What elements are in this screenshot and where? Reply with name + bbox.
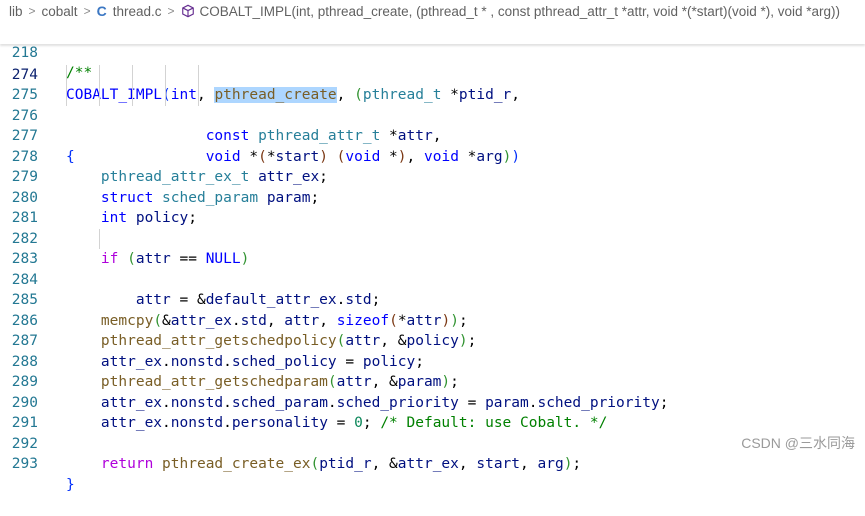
watermark: CSDN @三水同海 — [741, 435, 855, 451]
breadcrumb-symbol[interactable]: COBALT_IMPL(int, pthread_create, (pthrea… — [200, 4, 841, 19]
breadcrumb: lib > cobalt > C thread.c > COBALT_IMPL(… — [0, 0, 865, 22]
code-line[interactable]: 289 attr_ex.nonstd.sched_param.sched_pri… — [0, 352, 865, 411]
code-line[interactable]: 290 attr_ex.nonstd.personality = 0; /* D… — [0, 372, 865, 432]
code-line[interactable]: 293 } — [0, 434, 865, 493]
code-line[interactable]: 288 pthread_attr_getschedparam(attr, &pa… — [0, 331, 865, 391]
line-text: } — [66, 476, 75, 493]
chevron-right-icon: > — [167, 4, 175, 18]
line-text: return pthread_create_ex(ptid_r, &attr_e… — [100, 456, 582, 472]
line-number: 293 — [11, 456, 38, 472]
code-line[interactable]: 292 return pthread_create_ex(ptid_r, &at… — [0, 413, 865, 473]
code-line[interactable]: 285 memcpy(&attr_ex.std, attr, sizeof(*a… — [0, 270, 865, 329]
breadcrumb-cobalt[interactable]: cobalt — [42, 4, 78, 19]
code-line[interactable]: 275 const pthread_attr_t *attr, — [0, 64, 865, 144]
chevron-right-icon: > — [28, 4, 36, 18]
c-file-icon: C — [96, 3, 107, 19]
code-line[interactable]: 286 pthread_attr_getschedpolicy(attr, &p… — [0, 290, 865, 350]
code-line[interactable]: 276 void *(*start) (void *), void *arg)) — [0, 85, 865, 165]
code-line[interactable]: 279 struct sched_param param; — [0, 147, 865, 206]
code-line[interactable]: 282 if (attr == NULL) — [0, 208, 865, 268]
code-line[interactable]: 287 attr_ex.nonstd.sched_policy = policy… — [0, 311, 865, 370]
chevron-right-icon: > — [83, 4, 91, 18]
symbol-method-icon — [181, 4, 194, 18]
code-editor[interactable]: 274 COBALT_IMPL(int, pthread_create, (pt… — [0, 44, 865, 493]
breadcrumb-file[interactable]: thread.c — [113, 4, 162, 19]
code-line[interactable]: 277 { — [0, 106, 865, 165]
code-line[interactable]: 274 COBALT_IMPL(int, pthread_create, (pt… — [0, 44, 865, 103]
sticky-scroll-header[interactable]: 218 /** — [0, 22, 865, 81]
code-line[interactable]: 291 — [0, 393, 865, 431]
code-line[interactable]: 283 attr = &default_attr_ex.std; — [0, 228, 865, 308]
code-line[interactable]: 280 int policy; — [0, 167, 865, 227]
code-line[interactable]: 278 pthread_attr_ex_t attr_ex; — [0, 126, 865, 186]
code-line[interactable]: 281 — [0, 188, 865, 226]
breadcrumb-lib[interactable]: lib — [9, 4, 23, 19]
code-line[interactable]: 284 — [0, 249, 865, 288]
